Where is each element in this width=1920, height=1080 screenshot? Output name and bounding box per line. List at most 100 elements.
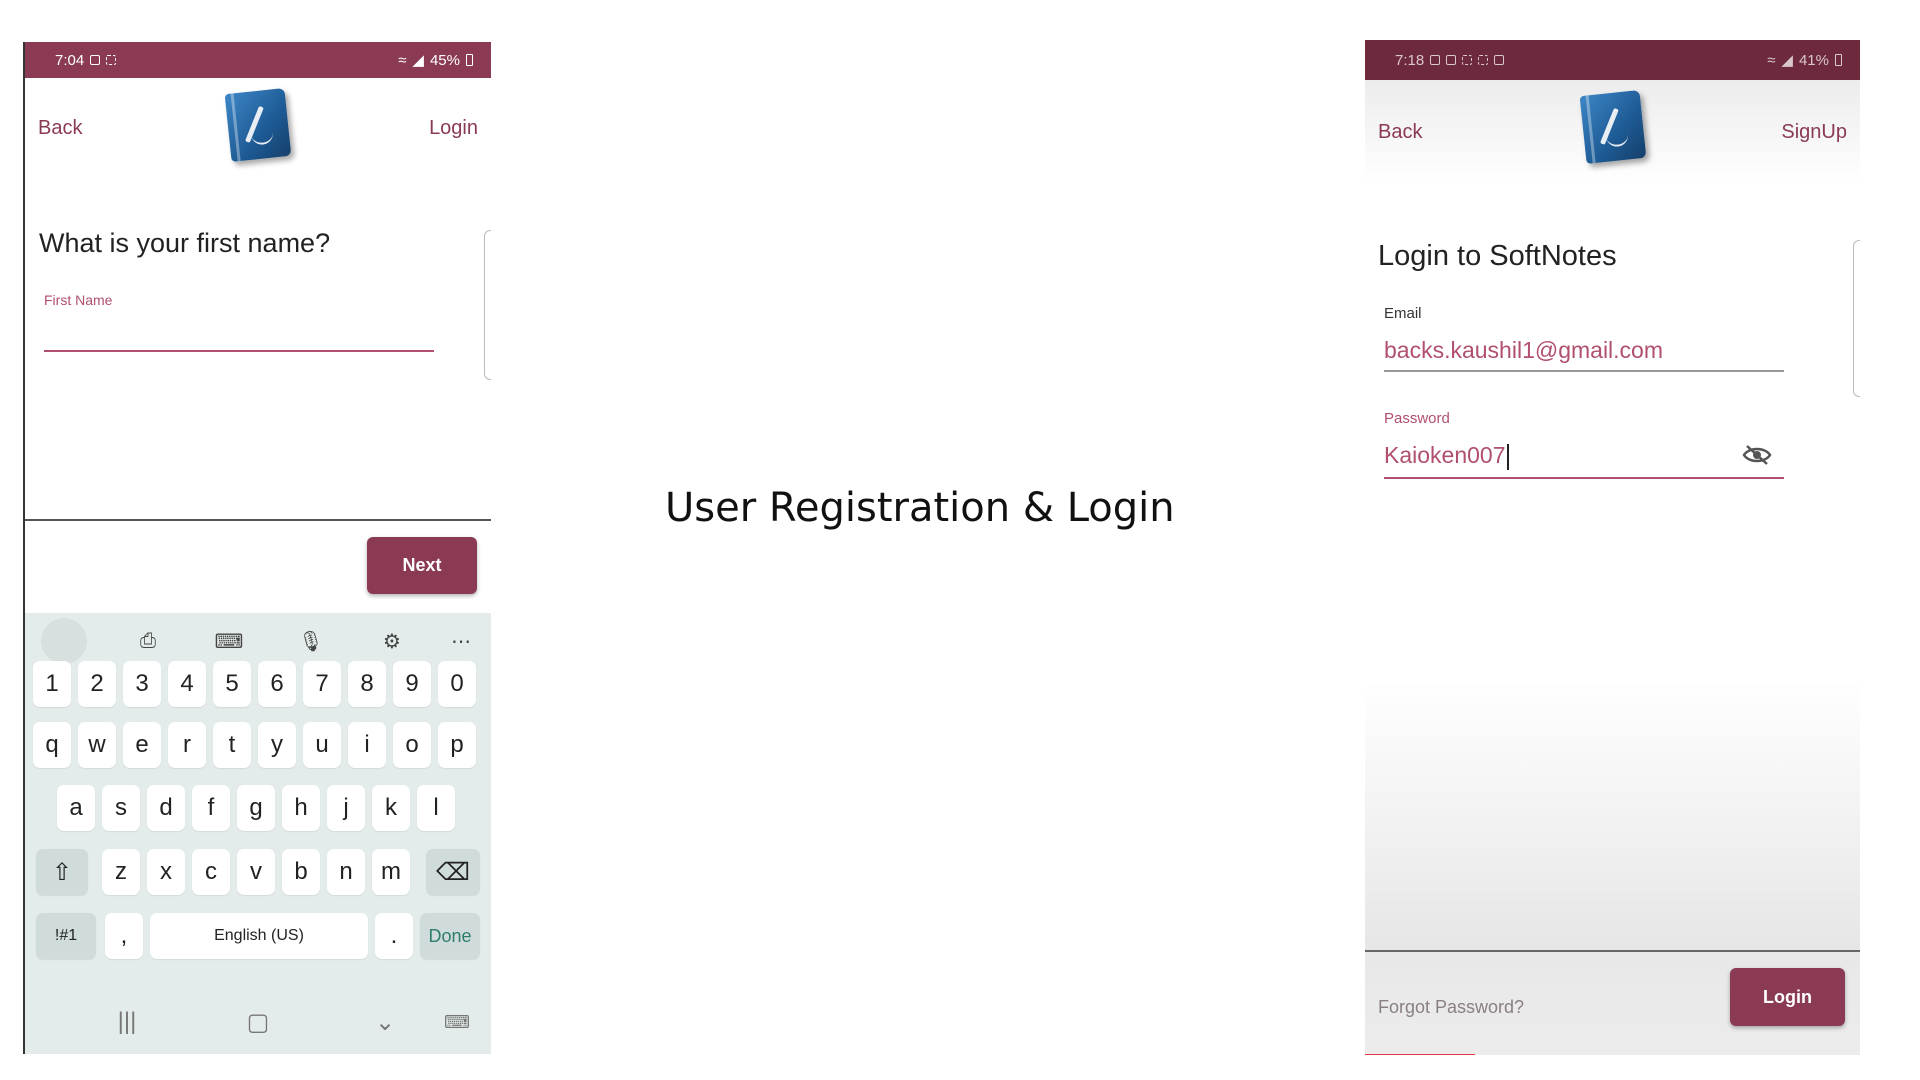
mail-icon	[1430, 55, 1441, 65]
key[interactable]: c	[192, 849, 230, 895]
key[interactable]: q	[33, 722, 71, 768]
slide-caption: User Registration & Login	[665, 485, 1175, 531]
back-button[interactable]: Back	[38, 117, 82, 140]
key[interactable]: h	[282, 785, 320, 831]
login-screen: 7:18 ≈ ◢ 41% Back SignUp Login to SoftNo…	[1365, 40, 1860, 1055]
on-screen-keyboard: ⎙ ⌨ 🎙 ⚙ ⋯ 1 2 3 4 5 6 7 8 9 0 q w e r t …	[25, 613, 491, 1054]
key[interactable]: 7	[303, 661, 341, 707]
shift-key[interactable]: ⇧	[36, 849, 88, 895]
divider	[25, 519, 491, 521]
key[interactable]: v	[237, 849, 275, 895]
login-link[interactable]: Login	[429, 117, 478, 140]
microphone-icon[interactable]: 🎙	[295, 625, 327, 657]
settings-icon[interactable]: ⚙	[376, 625, 408, 657]
key[interactable]: s	[102, 785, 140, 831]
email-label: Email	[1384, 305, 1422, 322]
background-gradient	[1365, 680, 1860, 950]
registration-screen: 7:04 ≈ ◢ 45% Back Login What is your fir…	[23, 42, 491, 1054]
comma-key[interactable]: ,	[105, 913, 143, 959]
key[interactable]: 3	[123, 661, 161, 707]
recent-apps-icon[interactable]: |||	[107, 1006, 147, 1038]
key[interactable]: r	[168, 722, 206, 768]
signal-icon: ◢	[1781, 52, 1793, 69]
key[interactable]: 4	[168, 661, 206, 707]
email-field[interactable]: backs.kaushil1@gmail.com	[1384, 337, 1663, 364]
battery-level: 45%	[429, 51, 460, 69]
key[interactable]: w	[78, 722, 116, 768]
softnotes-logo-icon	[1579, 90, 1646, 164]
back-button[interactable]: Back	[1378, 121, 1422, 144]
key[interactable]: a	[57, 785, 95, 831]
key[interactable]: 0	[438, 661, 476, 707]
password-value: Kaioken007	[1384, 442, 1506, 468]
key[interactable]: j	[327, 785, 365, 831]
period-key[interactable]: .	[375, 913, 413, 959]
app-bar: Back Login	[25, 78, 491, 178]
symbols-key[interactable]: !#1	[36, 913, 96, 959]
visibility-off-icon[interactable]	[1742, 443, 1772, 467]
key[interactable]: d	[147, 785, 185, 831]
battery-level: 41%	[1798, 51, 1829, 69]
key[interactable]: m	[372, 849, 410, 895]
space-key[interactable]: English (US)	[150, 913, 368, 959]
email-underline	[1384, 370, 1784, 372]
system-nav-bar: ||| ▢ ⌄ ⌨	[25, 992, 491, 1054]
keyboard-expand-button[interactable]	[41, 618, 87, 664]
keyboard-switch-icon[interactable]: ⌨	[437, 1006, 477, 1038]
key[interactable]: e	[123, 722, 161, 768]
side-panel-handle[interactable]	[484, 230, 491, 380]
key[interactable]: p	[438, 722, 476, 768]
done-key[interactable]: Done	[420, 913, 480, 959]
first-name-input[interactable]	[44, 350, 434, 352]
key[interactable]: f	[192, 785, 230, 831]
forgot-password-link[interactable]: Forgot Password?	[1378, 997, 1524, 1018]
signup-link[interactable]: SignUp	[1781, 121, 1847, 144]
key[interactable]: 9	[393, 661, 431, 707]
key[interactable]: o	[393, 722, 431, 768]
notification-icon	[90, 55, 101, 65]
side-panel-handle[interactable]	[1853, 240, 1860, 397]
login-button[interactable]: Login	[1730, 968, 1845, 1026]
chevron-down-icon[interactable]: ⌄	[365, 1006, 405, 1038]
backspace-key[interactable]: ⌫	[426, 849, 480, 895]
first-name-question: What is your first name?	[39, 228, 331, 258]
more-icon[interactable]: ⋯	[445, 625, 477, 657]
key[interactable]: 5	[213, 661, 251, 707]
gallery-icon	[1494, 55, 1505, 65]
battery-icon	[466, 54, 473, 66]
status-time: 7:04	[55, 51, 85, 69]
key[interactable]: n	[327, 849, 365, 895]
key[interactable]: z	[102, 849, 140, 895]
signal-icon: ◢	[412, 52, 424, 69]
screenshot-icon	[1462, 55, 1473, 65]
first-name-label: First Name	[44, 292, 113, 308]
text-cursor	[1506, 443, 1509, 470]
key[interactable]: t	[213, 722, 251, 768]
key[interactable]: 2	[78, 661, 116, 707]
status-bar: 7:18 ≈ ◢ 41%	[1365, 40, 1860, 80]
key[interactable]: y	[258, 722, 296, 768]
key[interactable]: u	[303, 722, 341, 768]
wifi-icon: ≈	[398, 51, 407, 69]
key[interactable]: 6	[258, 661, 296, 707]
key[interactable]: g	[237, 785, 275, 831]
key[interactable]: i	[348, 722, 386, 768]
key[interactable]: b	[282, 849, 320, 895]
key[interactable]: 8	[348, 661, 386, 707]
clipboard-icon[interactable]: ⎙	[132, 625, 164, 657]
home-icon[interactable]: ▢	[238, 1006, 278, 1038]
app-bar: Back SignUp	[1365, 80, 1860, 184]
password-underline	[1384, 477, 1784, 479]
status-time: 7:18	[1395, 51, 1425, 69]
password-field[interactable]: Kaioken007	[1384, 442, 1509, 470]
key[interactable]: l	[417, 785, 455, 831]
bottom-bar: Forgot Password? Login	[1365, 950, 1860, 1055]
next-button[interactable]: Next	[367, 537, 477, 594]
password-label: Password	[1384, 410, 1450, 427]
battery-icon	[1835, 54, 1842, 66]
key[interactable]: k	[372, 785, 410, 831]
keyboard-layout-icon[interactable]: ⌨	[213, 625, 245, 657]
key[interactable]: x	[147, 849, 185, 895]
status-bar: 7:04 ≈ ◢ 45%	[25, 42, 491, 78]
key[interactable]: 1	[33, 661, 71, 707]
